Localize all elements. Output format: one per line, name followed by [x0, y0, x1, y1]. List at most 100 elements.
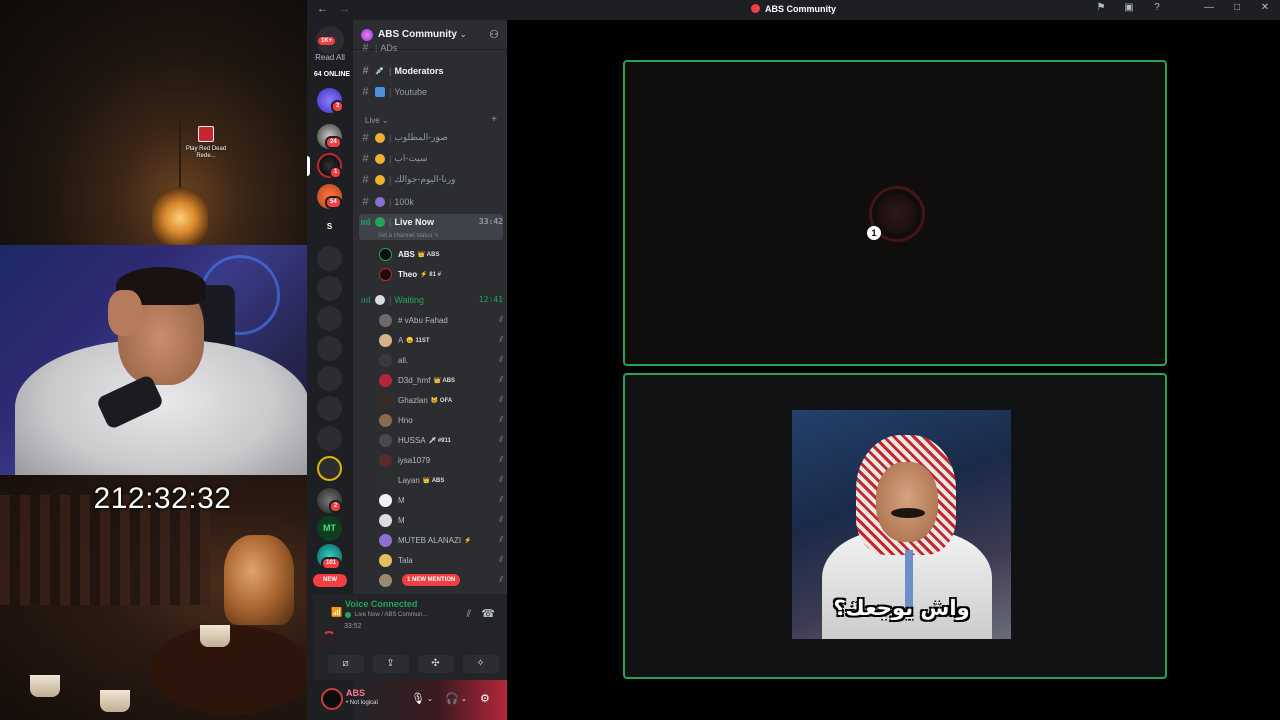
chevron-down-icon[interactable]: ⌄ — [461, 695, 467, 703]
clock-icon — [375, 294, 385, 305]
hash-icon: # — [362, 131, 369, 144]
participant-tile[interactable]: 1 — [623, 60, 1167, 366]
read-all-button[interactable]: Read All — [307, 53, 353, 62]
voice-location[interactable]: Live Now / ABS Commun... — [345, 612, 427, 618]
channel-item-moderators[interactable]: # 💉 | Moderators — [359, 61, 503, 80]
channel-item-youtube[interactable]: # | Youtube — [359, 82, 503, 101]
voice-member[interactable]: Ghazlan 🐱 OFA ⫽ — [379, 390, 503, 410]
server-icon[interactable] — [317, 396, 342, 421]
server-icon[interactable] — [317, 366, 342, 391]
minimize-icon[interactable]: — — [1202, 2, 1216, 13]
coffee-cup — [100, 690, 130, 712]
user-avatar[interactable] — [321, 688, 343, 710]
coffee-cup — [30, 675, 60, 697]
settings-gear-icon[interactable]: ⚙ — [480, 692, 490, 705]
desktop-shortcut[interactable]: Play Red Dead Rede... — [184, 126, 228, 160]
noise-suppression-icon[interactable]: ⫽ — [467, 609, 471, 620]
voice-member[interactable]: MUTEB ALANAZI ⚡ ⫽ — [379, 530, 503, 550]
voice-member[interactable]: A 😠 11ST ⫽ — [379, 330, 503, 350]
voice-member[interactable]: ali. ⫽ — [379, 350, 503, 370]
add-channel-icon[interactable]: + — [491, 114, 497, 125]
participant-tile-video[interactable]: واش يوجعك؟ — [623, 373, 1167, 679]
emoji-icon — [375, 132, 385, 143]
hash-icon: # — [362, 42, 369, 54]
username[interactable]: ABS — [346, 688, 365, 698]
green-dot-icon — [345, 612, 351, 618]
hash-icon: # — [362, 85, 369, 98]
camera-off-icon[interactable]: ⧄ — [327, 655, 364, 673]
channel-name: 100k — [394, 196, 414, 207]
server-icon[interactable] — [317, 456, 342, 481]
member-name: D3d_hmf — [398, 375, 431, 385]
server-icon[interactable] — [317, 276, 342, 301]
chevron-down-icon: ⌄ — [459, 30, 467, 39]
channel-status-placeholder[interactable]: Set a channel status ✎ — [378, 232, 439, 239]
voice-member[interactable]: ABS 👑 ABS — [379, 244, 503, 264]
help-icon[interactable]: ? — [1150, 2, 1164, 13]
server-icon[interactable] — [317, 306, 342, 331]
new-mention-pill[interactable]: 1 NEW MENTION — [402, 574, 461, 586]
member-name: Tala — [398, 555, 413, 565]
microphone-icon[interactable]: 🎙 — [411, 692, 425, 705]
channel-item[interactable]: # | ADs — [359, 42, 503, 54]
member-name: Ghazlan — [398, 395, 428, 405]
headphones-icon[interactable]: 🎧 — [445, 692, 459, 705]
voice-member[interactable]: HUSSA 🗡 #911 ⫽ — [379, 430, 503, 450]
deafened-icon: ⫽ — [499, 375, 503, 384]
moustache — [891, 508, 925, 518]
member-name: Theo — [398, 269, 418, 279]
webcam-feed — [0, 245, 307, 475]
voice-location-text: Live Now / ABS Commun... — [355, 612, 428, 618]
voice-member[interactable]: 1 NEW MENTION ⫽ — [379, 570, 503, 590]
disconnect-icon[interactable]: ☎ — [481, 607, 495, 620]
server-icon[interactable] — [317, 426, 342, 451]
member-tag: 🗡 #911 — [428, 437, 451, 444]
new-unreads-pill[interactable]: NEW — [313, 574, 347, 587]
voice-member[interactable]: Layan 👑 ABS ⫽ — [379, 470, 503, 490]
channel-item-100k[interactable]: # | 100k — [359, 192, 503, 211]
voice-member[interactable]: # vAbu Fahad ⫽ — [379, 310, 503, 330]
channel-item[interactable]: # | سيت-اب — [359, 149, 503, 168]
voice-stage: 1 واش يوجعك؟ — [507, 20, 1280, 720]
streamer-hand — [108, 290, 142, 336]
coffee-cup — [200, 625, 230, 647]
deafened-icon: ⫽ — [499, 395, 503, 404]
member-name: M — [398, 495, 405, 505]
voice-member[interactable]: Theo ⚡ 81 # — [379, 264, 503, 284]
member-tag: ⚡ 81 # — [420, 271, 441, 278]
soundboard-icon[interactable]: ✧ — [462, 655, 499, 673]
voice-member[interactable]: iysa1079 ⫽ — [379, 450, 503, 470]
server-icon[interactable] — [317, 246, 342, 271]
maximize-icon[interactable]: □ — [1230, 2, 1244, 13]
voice-channel-waiting[interactable]: ıııl | Waiting 12:41 — [359, 290, 503, 309]
voice-member[interactable]: Tala ⫽ — [379, 550, 503, 570]
loading-avatar-icon — [322, 631, 336, 645]
participant-badge: 1 — [867, 226, 881, 240]
deafened-icon: ⫽ — [499, 455, 503, 464]
voice-member[interactable]: Hno ⫽ — [379, 410, 503, 430]
inbox-icon[interactable]: ⚑ — [1094, 2, 1108, 13]
server-icon-letter[interactable]: S — [317, 214, 342, 239]
avatar — [379, 473, 392, 487]
voice-member[interactable]: M ⫽ — [379, 490, 503, 510]
avatar — [379, 433, 392, 447]
screen-share-icon[interactable]: ⇪ — [372, 655, 409, 673]
screen-share-icon[interactable]: ▣ — [1122, 2, 1136, 13]
voice-channel-name: Waiting — [394, 294, 425, 305]
close-icon[interactable]: ✕ — [1258, 2, 1272, 13]
voice-member[interactable]: M ⫽ — [379, 510, 503, 530]
activities-icon[interactable]: ✣ — [417, 655, 454, 673]
server-badge: 54 — [325, 196, 342, 209]
category-live[interactable]: Live ⌄ — [365, 116, 389, 125]
mt-server-icon[interactable]: MT — [317, 516, 342, 541]
voice-connected-label[interactable]: Voice Connected — [345, 599, 417, 609]
server-icon[interactable] — [317, 336, 342, 361]
chevron-down-icon[interactable]: ⌄ — [427, 695, 433, 703]
voice-member[interactable]: D3d_hmf 👑 ABS ⫽ — [379, 370, 503, 390]
channel-item[interactable]: # | صور-المطلوب — [359, 128, 503, 147]
voice-active-icon: ıııl — [360, 294, 371, 305]
channel-name: ADs — [380, 43, 398, 53]
hash-icon: # — [362, 152, 369, 165]
channel-item[interactable]: # | ورنا-اليوم-جوالك — [359, 170, 503, 189]
invite-people-icon[interactable]: ⚇ — [489, 28, 499, 41]
